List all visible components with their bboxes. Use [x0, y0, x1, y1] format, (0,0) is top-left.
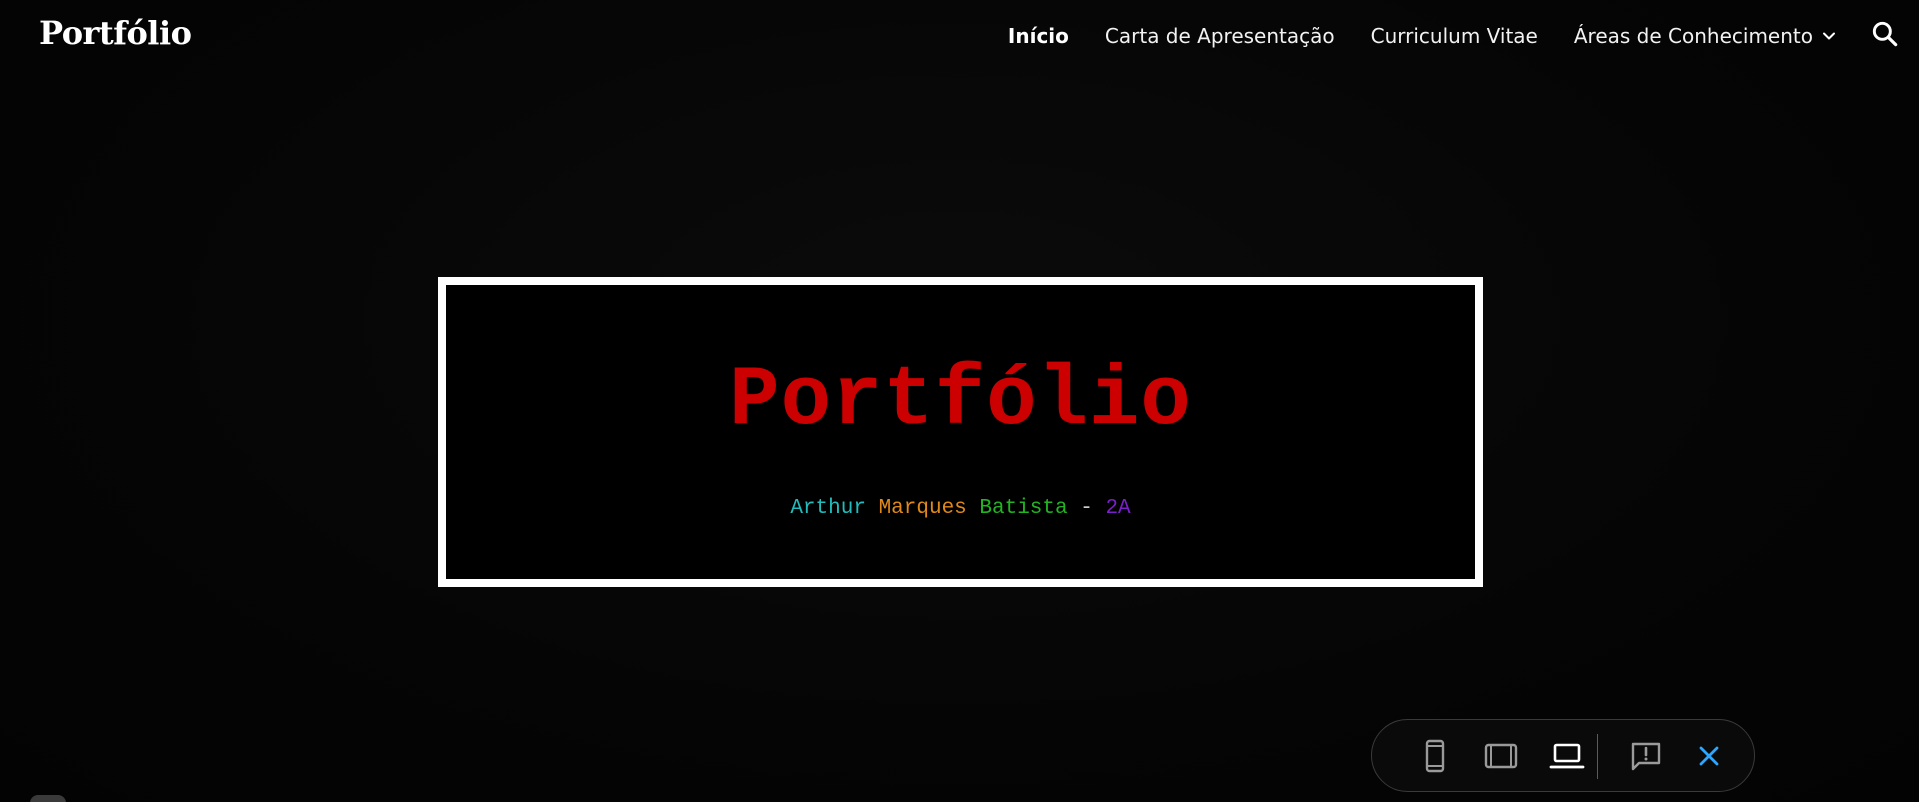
toolbar-divider: [1597, 734, 1598, 779]
hero-subtitle: Arthur Marques Batista - 2A: [446, 497, 1475, 520]
hero-title: Portfólio: [729, 354, 1192, 449]
hero-banner: Portfólio Arthur Marques Batista - 2A: [438, 277, 1483, 587]
chevron-down-icon[interactable]: [1819, 26, 1839, 46]
main-nav: Início Carta de Apresentação Curriculum …: [1008, 24, 1839, 48]
close-icon[interactable]: [1691, 738, 1727, 774]
nav-item-curriculum-vitae[interactable]: Curriculum Vitae: [1371, 24, 1538, 48]
subtitle-first-name: Arthur: [790, 497, 866, 520]
laptop-icon[interactable]: [1549, 738, 1585, 774]
phone-icon[interactable]: [1417, 738, 1453, 774]
report-feedback-icon[interactable]: [1628, 738, 1664, 774]
subtitle-middle-name: Marques: [878, 497, 967, 520]
tablet-icon[interactable]: [1483, 738, 1519, 774]
subtitle-dash: -: [1080, 497, 1093, 520]
bottom-left-handle: [30, 795, 66, 802]
nav-item-inicio[interactable]: Início: [1008, 24, 1069, 48]
subtitle-class: 2A: [1105, 497, 1131, 520]
nav-item-label: Áreas de Conhecimento: [1573, 24, 1813, 48]
preview-toolbar: [1371, 719, 1755, 792]
nav-item-areas-de-conhecimento[interactable]: Áreas de Conhecimento: [1574, 24, 1839, 48]
search-icon[interactable]: [1869, 18, 1901, 50]
subtitle-last-name: Batista: [979, 497, 1068, 520]
site-title[interactable]: Portfólio: [39, 14, 192, 52]
site-header: Portfólio Início Carta de Apresentação C…: [0, 0, 1919, 74]
nav-item-carta-de-apresentacao[interactable]: Carta de Apresentação: [1105, 24, 1335, 48]
